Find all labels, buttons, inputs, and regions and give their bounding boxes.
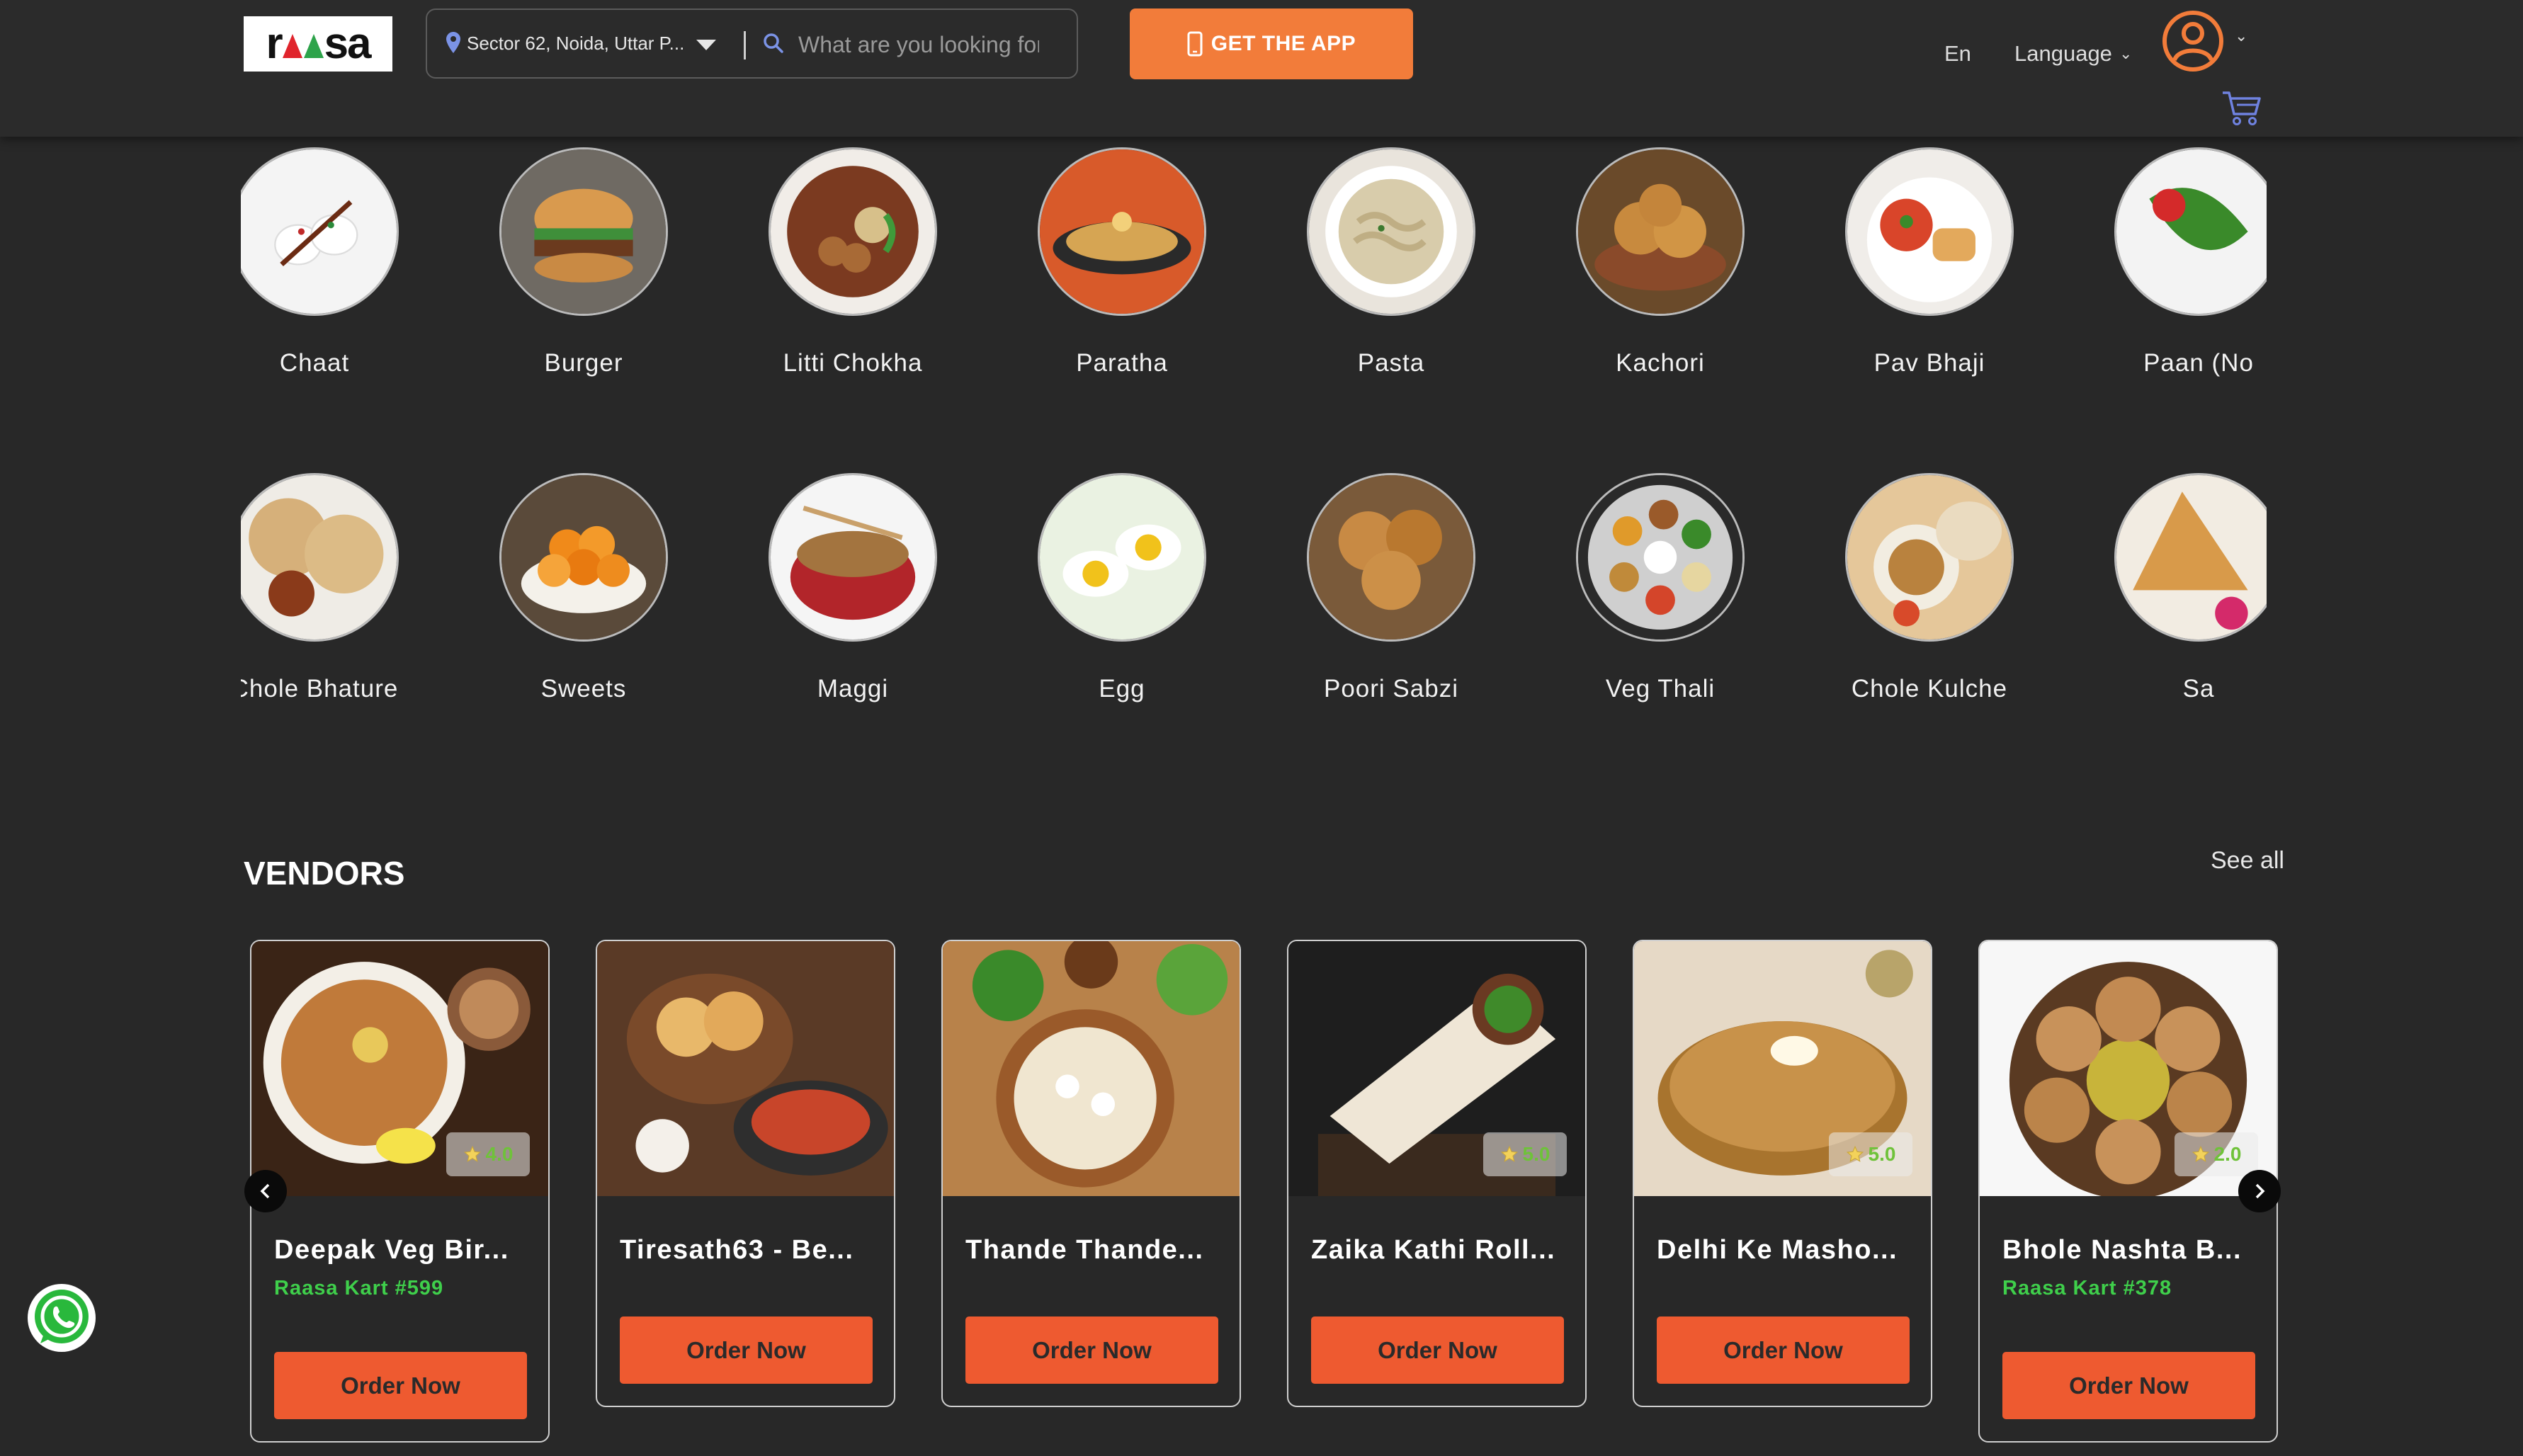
category-label: Sa	[2182, 675, 2215, 703]
rating-badge: 4.0	[446, 1132, 530, 1176]
category-label: Paan (No	[2143, 349, 2254, 377]
category-image	[1576, 147, 1745, 316]
vendor-card[interactable]: 2.0 Bhole Nashta B... Raasa Kart #378 Order…	[1978, 940, 2278, 1443]
vendor-name[interactable]: Delhi Ke Masho...	[1657, 1235, 1898, 1266]
chevron-left-icon	[260, 1183, 270, 1199]
account-chevron-icon[interactable]: ⌄	[2235, 27, 2247, 45]
category-carousel[interactable]: Chaat Burger Litti Chokha Paratha Pasta Kacho…	[241, 137, 2267, 724]
vendors-heading: VENDORS	[244, 855, 405, 892]
category-image	[1845, 147, 2014, 316]
vendor-name[interactable]: Zaika Kathi Roll...	[1311, 1235, 1555, 1266]
category-image	[1307, 473, 1475, 642]
category-item[interactable]: Pav Bhaji	[1769, 137, 2039, 392]
user-avatar-icon[interactable]	[2162, 11, 2223, 72]
star-icon	[463, 1145, 481, 1162]
vendor-card[interactable]: Tiresath63 - Be... Order Now	[596, 940, 895, 1407]
order-now-button[interactable]: Order Now	[1657, 1316, 1910, 1384]
order-now-button[interactable]: Order Now	[965, 1316, 1218, 1384]
order-now-button[interactable]: Order Now	[620, 1316, 873, 1384]
rating-value: 5.0	[1868, 1143, 1896, 1165]
category-image	[1845, 473, 2014, 642]
category-item[interactable]: Sa	[2039, 462, 2267, 717]
category-image	[769, 473, 937, 642]
star-icon	[1846, 1145, 1864, 1162]
top-navbar: rsa Sector 62, Noida, Uttar P... GET THE…	[0, 0, 2523, 137]
chevron-down-icon: ⌄	[2119, 45, 2133, 62]
location-search-bar: Sector 62, Noida, Uttar P...	[426, 8, 1078, 79]
map-pin-icon[interactable]	[446, 31, 461, 54]
category-image	[769, 147, 937, 316]
category-image	[1038, 147, 1206, 316]
vendor-name[interactable]: Tiresath63 - Be...	[620, 1235, 854, 1266]
vendor-name[interactable]: Deepak Veg Bir...	[274, 1235, 509, 1266]
phone-icon	[1187, 31, 1203, 57]
category-image	[499, 147, 668, 316]
vendor-kart-id: Raasa Kart #599	[274, 1277, 444, 1299]
raasa-logo[interactable]: r sa	[244, 16, 392, 72]
language-code[interactable]: En	[1944, 41, 1971, 67]
chevron-right-icon	[2255, 1183, 2265, 1199]
vendor-kart-id: Raasa Kart #378	[2002, 1277, 2172, 1299]
get-the-app-button[interactable]: GET THE APP	[1130, 8, 1413, 79]
language-label: Language	[2014, 41, 2112, 66]
category-item[interactable]: Chaat	[241, 137, 424, 392]
vendor-card[interactable]: 5.0 Delhi Ke Masho... Order Now	[1633, 940, 1932, 1407]
vendor-name[interactable]: Thande Thande...	[965, 1235, 1203, 1266]
vendor-card[interactable]: Thande Thande... Order Now	[941, 940, 1241, 1407]
order-now-button[interactable]: Order Now	[274, 1352, 527, 1419]
search-input[interactable]	[797, 25, 1041, 64]
category-item[interactable]: Maggi	[693, 462, 962, 717]
category-item[interactable]: Veg Thali	[1500, 462, 1769, 717]
location-text[interactable]: Sector 62, Noida, Uttar P...	[467, 33, 684, 55]
category-item[interactable]: Paratha	[962, 137, 1231, 392]
get-the-app-label: GET THE APP	[1211, 32, 1356, 55]
cart-icon[interactable]	[2221, 90, 2262, 127]
category-item[interactable]: Chole Kulche	[1769, 462, 2039, 717]
whatsapp-icon[interactable]	[25, 1281, 98, 1355]
carousel-next-button[interactable]	[2238, 1170, 2281, 1212]
category-image	[2114, 473, 2267, 642]
rating-value: 4.0	[485, 1143, 514, 1165]
vendor-image	[943, 941, 1240, 1196]
category-image	[2114, 147, 2267, 316]
search-icon[interactable]	[763, 33, 784, 54]
category-image	[499, 473, 668, 642]
carousel-prev-button[interactable]	[244, 1170, 287, 1212]
rating-value: 2.0	[2213, 1143, 2242, 1165]
order-now-button[interactable]: Order Now	[1311, 1316, 1564, 1384]
order-now-button[interactable]: Order Now	[2002, 1352, 2255, 1419]
category-item[interactable]: Chole Bhature	[241, 462, 424, 717]
rating-badge: 5.0	[1483, 1132, 1567, 1176]
vendor-name[interactable]: Bhole Nashta B...	[2002, 1235, 2242, 1266]
category-image	[1307, 147, 1475, 316]
category-item[interactable]: Paan (No	[2039, 137, 2267, 392]
star-icon	[2192, 1145, 2209, 1162]
vendor-card[interactable]: 4.0 Deepak Veg Bir... Raasa Kart #599 Order…	[250, 940, 550, 1443]
rating-value: 5.0	[1522, 1143, 1550, 1165]
category-item[interactable]: Sweets	[424, 462, 693, 717]
category-item[interactable]: Kachori	[1500, 137, 1769, 392]
rating-badge: 2.0	[2175, 1132, 2258, 1176]
language-dropdown[interactable]: Language ⌄	[2014, 41, 2132, 67]
search-divider	[744, 31, 746, 59]
category-item[interactable]: Poori Sabzi	[1231, 462, 1500, 717]
category-item[interactable]: Pasta	[1231, 137, 1500, 392]
category-image	[241, 473, 399, 642]
location-dropdown-icon[interactable]	[696, 40, 716, 50]
see-all-link[interactable]: See all	[2211, 847, 2284, 875]
category-image	[1038, 473, 1206, 642]
star-icon	[1500, 1145, 1518, 1162]
category-image	[241, 147, 399, 316]
vendor-card[interactable]: 5.0 Zaika Kathi Roll... Order Now	[1287, 940, 1587, 1407]
category-item[interactable]: Litti Chokha	[693, 137, 962, 392]
category-item[interactable]: Egg	[962, 462, 1231, 717]
category-image	[1576, 473, 1745, 642]
vendor-image	[597, 941, 894, 1196]
logo-wordmark: r sa	[266, 19, 371, 68]
category-item[interactable]: Burger	[424, 137, 693, 392]
rating-badge: 5.0	[1829, 1132, 1912, 1176]
